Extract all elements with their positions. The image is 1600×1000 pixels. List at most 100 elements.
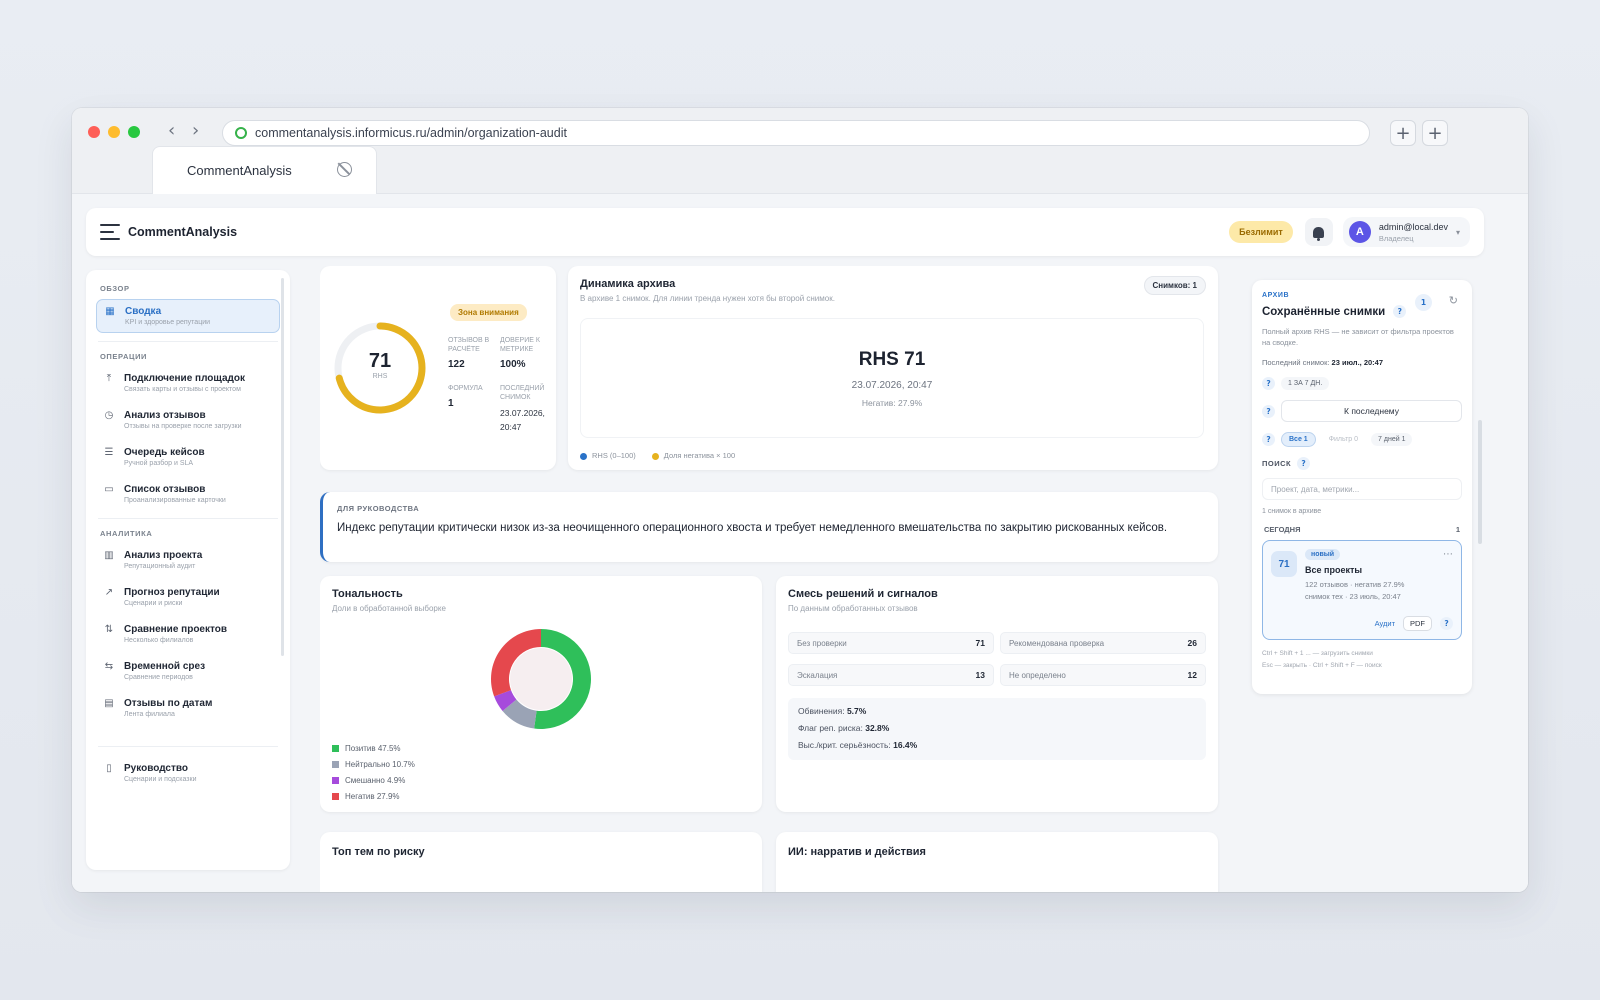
filter-all-chip[interactable]: Все 1 [1281,432,1316,447]
add-plus-icon[interactable]: + [1422,120,1448,146]
last-snapshot: Последний снимок: 23 июл., 20:47 [1262,358,1383,367]
user-menu[interactable]: A admin@local.dev Владелец ▾ [1342,217,1470,247]
sidebar-item-guide[interactable]: ▯ Руководство Сценарии и подсказки [96,757,280,789]
kpi-reviews-label: ОТЗЫВОВ В РАСЧЁТЕ [448,337,490,353]
signal-rep-risk: Флаг реп. риска: 32.8% [798,723,890,733]
panel-description: Полный архив RHS — не зависит от фильтра… [1262,327,1454,347]
sidebar-item-1-2[interactable]: ☰ Очередь кейсов Ручной разбор и SLA [96,441,280,473]
main-content: 71 RHS Зона внимания ОТЗЫВОВ В РАСЧЁТЕ 1… [320,266,1220,892]
panel-kicker: АРХИВ [1262,292,1290,299]
snapshot-card[interactable]: 71 новый ⋯ Все проекты 122 отзывов · нег… [1262,540,1462,640]
sidebar-item-icon: ⤒ [106,373,112,384]
refresh-icon[interactable]: ↻ [1449,294,1458,307]
maximize-window-button[interactable] [128,126,140,138]
sidebar-item-1-1[interactable]: ◷ Анализ отзывов Отзывы на проверке после … [96,404,280,436]
sidebar-item-1-0[interactable]: ⤒ Подключение площадок Связать карты и отз… [96,367,280,399]
sidebar-item-icon: ↗ [104,587,114,598]
sidebar-item-0-0[interactable]: ▦ Сводка KPI и здоровье репутации [96,299,280,333]
help-icon[interactable]: ? [1393,305,1407,318]
browser-tab[interactable]: CommentAnalysis [152,146,377,194]
notifications-button[interactable] [1304,218,1333,246]
sidebar-item-subtitle: Сравнение периодов [124,674,193,681]
archive-title: Динамика архива [580,278,676,290]
sentiment-legend: Позитив 47.5% Нейтрально 10.7% Смешанно 4.… [332,744,415,808]
sidebar-item-label: Сводка [125,306,162,317]
decision-cell[interactable]: Эскалация 13 [788,664,994,686]
sentiment-subtitle: Доли в обработанной выборке [332,604,446,613]
snapshot-meta-reviews: 122 отзывов · негатив 27.9% [1305,580,1405,589]
decision-label: Не определено [1009,670,1066,680]
new-tab-plus-icon[interactable]: + [1390,120,1416,146]
pdf-button[interactable]: PDF [1403,616,1432,631]
decision-cell[interactable]: Не определено 12 [1000,664,1206,686]
legend-label: Позитив 47.5% [345,744,401,753]
decision-value: 26 [1187,638,1197,648]
filter-7days-chip[interactable]: 7 дней 1 [1371,433,1413,446]
period-chip[interactable]: 1 ЗА 7 ДН. [1281,377,1330,390]
snapshot-meta: 122 отзывов · негатив 27.9% снимок тех ·… [1305,579,1404,603]
more-icon[interactable]: ⋯ [1443,549,1453,560]
minimize-window-button[interactable] [108,126,120,138]
blocked-icon[interactable] [337,162,352,177]
user-role: Владелец [1378,233,1414,243]
help-icon[interactable]: ? [1262,377,1275,390]
sidebar-item-icon: ▤ [104,698,114,709]
sidebar-scrollbar[interactable] [281,278,284,656]
decision-cell[interactable]: Рекомендована проверка 26 [1000,632,1206,654]
snapshot-search-input[interactable]: Проект, дата, метрики... [1262,478,1462,500]
decisions-subtitle: По данным обработанных отзывов [788,604,918,613]
management-kicker: ДЛЯ РУКОВОДСТВА [337,504,420,513]
address-bar[interactable]: commentanalysis.informicus.ru/admin/orga… [222,120,1370,146]
snapshot-actions: Аудит PDF ? [1375,616,1453,631]
logo-icon [100,224,120,240]
help-icon[interactable]: ? [1440,617,1453,630]
legend-swatch [332,761,339,768]
sidebar-item-subtitle: Отзывы на проверке после загрузки [124,423,242,430]
panel-scrollbar[interactable] [1478,420,1482,544]
app-topbar: CommentAnalysis Безлимит A admin@local.d… [86,208,1484,256]
legend-label: Негатив 27.9% [345,792,400,801]
sidebar-item-subtitle: Лента филиала [124,711,175,718]
sidebar-item-icon: ▯ [106,763,112,774]
sidebar-item-icon: ▦ [105,306,115,317]
archive-subtitle: В архиве 1 снимок. Для линии тренда нуже… [580,294,835,303]
back-arrow-icon[interactable]: ‹ [168,120,175,141]
sidebar-item-label: Прогноз репутации [124,587,220,598]
snapshots-count-badge: Снимков: 1 [1143,276,1206,295]
sidebar-item-label: Сравнение проектов [124,624,228,635]
decisions-card: Смесь решений и сигналов По данным обраб… [776,576,1218,812]
archive-legend: RHS (0–100) Доля негатива × 100 [580,451,735,460]
plan-badge[interactable]: Безлимит [1229,221,1293,243]
filter-filter-chip[interactable]: Фильтр 0 [1322,433,1365,446]
sidebar-item-icon: ⇅ [104,624,114,635]
brand-name[interactable]: CommentAnalysis [128,225,237,239]
saved-snapshots-panel: АРХИВ Сохранённые снимки ? 1 ↻ Полный ар… [1252,280,1472,694]
sentiment-donut-chart [491,629,591,729]
sidebar-item-2-1[interactable]: ↗ Прогноз репутации Сценарии и риски [96,581,280,613]
decision-value: 71 [975,638,985,648]
legend-item: Негатив 27.9% [332,792,415,801]
sidebar-item-2-0[interactable]: ▥ Анализ проекта Репутационный аудит [96,544,280,576]
management-note: ДЛЯ РУКОВОДСТВА Индекс репутации критиче… [320,492,1218,562]
help-icon[interactable]: ? [1262,433,1275,446]
go-to-latest-button[interactable]: К последнему [1281,400,1462,422]
help-icon[interactable]: ? [1262,404,1275,418]
audit-link[interactable]: Аудит [1375,619,1395,628]
decision-cell[interactable]: Без проверки 71 [788,632,994,654]
sidebar-item-icon: ▭ [104,484,114,495]
signal-severity: Выс./крит. серьёзность: 16.4% [798,740,918,750]
legend-swatch [332,777,339,784]
sidebar-item-2-2[interactable]: ⇅ Сравнение проектов Несколько филиалов [96,618,280,650]
sidebar-item-subtitle: Сценарии и подсказки [124,776,197,783]
help-icon[interactable]: ? [1297,457,1311,470]
legend-negative: Доля негатива × 100 [651,451,735,460]
forward-arrow-icon[interactable]: › [192,120,199,141]
kpi-last-label: ПОСЛЕДНИЙ СНИМОК [500,385,545,401]
sidebar-section-title: ОПЕРАЦИИ [100,352,148,361]
sidebar-item-subtitle: Сценарии и риски [124,600,183,607]
kpi-trust-value: 100% [500,359,526,370]
sidebar-item-1-3[interactable]: ▭ Список отзывов Проанализированные карточ… [96,478,280,510]
sidebar-item-2-3[interactable]: ⇆ Временной срез Сравнение периодов [96,655,280,687]
sidebar-item-2-4[interactable]: ▤ Отзывы по датам Лента филиала [96,692,280,724]
close-window-button[interactable] [88,126,100,138]
